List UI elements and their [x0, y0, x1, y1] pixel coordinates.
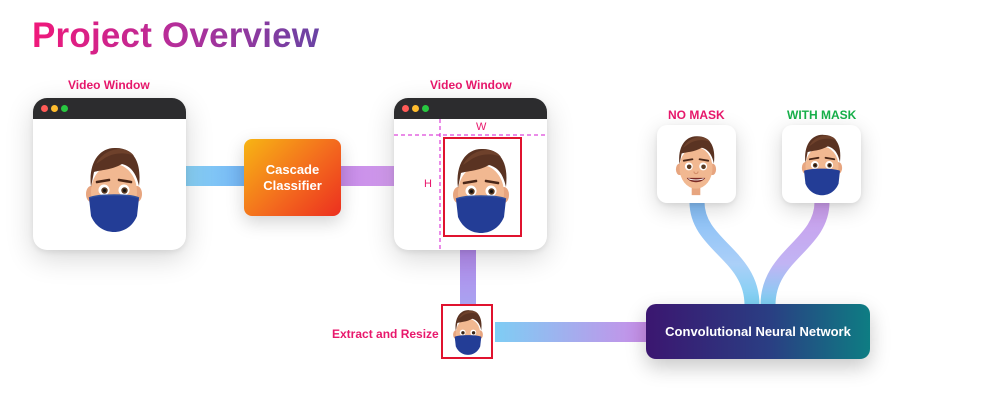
connector-window-to-extract — [460, 250, 476, 304]
extract-resize-label: Extract and Resize — [332, 327, 439, 341]
masked-avatar-icon — [86, 147, 142, 232]
window-close-dot-icon[interactable] — [41, 105, 48, 112]
no-mask-label: NO MASK — [668, 108, 725, 122]
right-video-window: W H — [394, 98, 547, 250]
height-label: H — [424, 178, 432, 190]
left-video-window — [33, 98, 186, 250]
extracted-face-box — [441, 304, 493, 359]
masked-avatar-icon — [453, 310, 483, 355]
left-window-label: Video Window — [68, 78, 150, 92]
with-mask-label: WITH MASK — [787, 108, 857, 122]
window-minimize-dot-icon[interactable] — [51, 105, 58, 112]
connector-cascade-to-window — [340, 166, 397, 186]
connector-cnn-to-with-mask — [760, 201, 830, 306]
window-maximize-dot-icon[interactable] — [61, 105, 68, 112]
masked-avatar-icon — [801, 134, 843, 196]
face-bounding-box — [443, 137, 522, 237]
detection-overlay — [394, 119, 547, 250]
cnn-label: Convolutional Neural Network — [665, 324, 851, 339]
cascade-classifier-box: Cascade Classifier — [244, 139, 341, 216]
cnn-box: Convolutional Neural Network — [646, 304, 870, 359]
window-titlebar — [33, 98, 186, 119]
connector-extract-to-cnn — [495, 322, 647, 342]
smiling-avatar-icon — [675, 136, 717, 196]
connector-window-to-cascade — [186, 166, 246, 186]
page-title: Project Overview — [32, 16, 320, 55]
connector-cnn-to-no-mask — [689, 201, 760, 306]
right-window-label: Video Window — [430, 78, 512, 92]
cascade-classifier-label: Cascade Classifier — [263, 161, 322, 193]
with-mask-card — [782, 125, 861, 203]
no-mask-card — [657, 125, 736, 203]
width-label: W — [476, 121, 487, 133]
